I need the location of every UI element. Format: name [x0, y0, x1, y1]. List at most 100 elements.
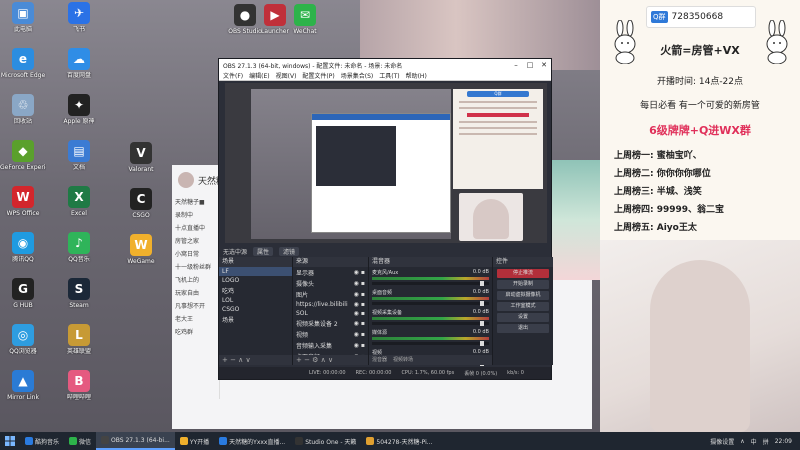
eye-icon[interactable]: ◉: [354, 280, 359, 287]
desktop-icon[interactable]: e Microsoft Edge: [0, 48, 46, 94]
volume-fader[interactable]: [372, 301, 489, 306]
desktop-icon[interactable]: G G HUB: [0, 278, 46, 324]
lock-icon[interactable]: ▪: [361, 310, 365, 317]
source-item[interactable]: 视频采集设备 2 ◉ ▪: [293, 318, 368, 329]
desktop-icon[interactable]: ▤ 文档: [56, 140, 102, 186]
desktop-icon[interactable]: X Excel: [56, 186, 102, 232]
source-item[interactable]: https://live.bilibili ◉ ▪: [293, 300, 368, 309]
control-button[interactable]: 启动虚拟摄像机: [497, 291, 549, 300]
eye-icon[interactable]: ◉: [354, 342, 359, 349]
desktop-icon[interactable]: ◉ 腾讯QQ: [0, 232, 46, 278]
desktop-icon[interactable]: ◎ QQ浏览器: [0, 324, 46, 370]
desktop-icon[interactable]: S Steam: [56, 278, 102, 324]
desktop-icon[interactable]: V Valorant: [118, 142, 164, 188]
control-button[interactable]: 停止推流: [497, 269, 549, 278]
desktop-icon[interactable]: ▣ 此电脑: [0, 2, 46, 48]
mixer-tabs[interactable]: 混音器 视频转场: [369, 355, 492, 365]
chat-list-item[interactable]: 凡事想不开: [172, 299, 219, 312]
lock-icon[interactable]: ▪: [361, 280, 365, 287]
source-item[interactable]: 视频 ◉ ▪: [293, 329, 368, 340]
lock-icon[interactable]: ▪: [361, 301, 365, 308]
desktop-icon[interactable]: ◆ GeForce Experience: [0, 140, 46, 186]
volume-fader[interactable]: [372, 281, 489, 286]
desktop-icon[interactable]: ☁ 百度网盘: [56, 48, 102, 94]
menu-item[interactable]: 配置文件(P): [302, 71, 334, 80]
volume-fader[interactable]: [372, 321, 489, 326]
scene-item[interactable]: 场景: [219, 314, 292, 325]
desktop-icon[interactable]: W WPS Office: [0, 186, 46, 232]
eye-icon[interactable]: ◉: [354, 320, 359, 327]
sources-dock-footer[interactable]: + − ⚙ ∧ ∨: [293, 355, 368, 365]
eye-icon[interactable]: ◉: [354, 331, 359, 338]
scene-item[interactable]: 吃鸡: [219, 285, 292, 296]
desktop-icon[interactable]: ▲ Mirror Link: [0, 370, 46, 416]
menu-item[interactable]: 文件(F): [223, 71, 243, 80]
properties-button[interactable]: 属性: [253, 246, 274, 256]
source-item[interactable]: 音频输入采集 ◉ ▪: [293, 340, 368, 351]
desktop-icon[interactable]: ♲ 回收站: [0, 94, 46, 140]
chat-list-item[interactable]: 房管之家: [172, 234, 219, 247]
desktop-icon[interactable]: B 哔哩哔哩: [56, 370, 102, 416]
tray-item[interactable]: 拼: [763, 437, 769, 446]
taskbar-item[interactable]: YY开播: [175, 432, 214, 450]
source-item[interactable]: 摄像头 ◉ ▪: [293, 278, 368, 289]
scene-item[interactable]: LOGO: [219, 276, 292, 285]
menu-item[interactable]: 编辑(E): [249, 71, 269, 80]
start-button[interactable]: [0, 432, 20, 450]
source-item[interactable]: 图片 ◉ ▪: [293, 289, 368, 300]
control-button[interactable]: 开始录制: [497, 280, 549, 289]
source-item[interactable]: 显示器 ◉ ▪: [293, 267, 368, 278]
minimize-icon[interactable]: –: [509, 61, 523, 69]
taskbar-item[interactable]: OBS 27.1.3 (64-bi...: [96, 432, 175, 450]
scenes-dock-footer[interactable]: + − ∧ ∨: [219, 355, 292, 365]
maximize-icon[interactable]: □: [523, 61, 537, 69]
menu-item[interactable]: 场景集合(S): [341, 71, 374, 80]
eye-icon[interactable]: ◉: [354, 269, 359, 276]
desktop-icon[interactable]: C CSGO: [118, 188, 164, 234]
lock-icon[interactable]: ▪: [361, 291, 365, 298]
filters-button[interactable]: 滤镜: [279, 246, 300, 256]
fader-knob[interactable]: [479, 341, 484, 346]
desktop-icon[interactable]: ✉ WeChat: [282, 4, 328, 50]
desktop-icon[interactable]: ✦ Apple 原神: [56, 94, 102, 140]
chat-list-item[interactable]: 玩家自由: [172, 286, 219, 299]
chat-list-item[interactable]: 天然糖子■: [172, 195, 219, 208]
control-button[interactable]: 设置: [497, 313, 549, 322]
chat-list-item[interactable]: 吃鸡群: [172, 325, 219, 338]
eye-icon[interactable]: ◉: [354, 291, 359, 298]
taskbar-item[interactable]: 天然糖的Yxxx直播...: [214, 432, 290, 450]
taskbar-item[interactable]: 504278-天然糖-Pi...: [361, 432, 437, 450]
eye-icon[interactable]: ◉: [354, 310, 359, 317]
taskbar-item[interactable]: 微信: [64, 432, 96, 450]
tray-item[interactable]: ∧: [740, 438, 744, 445]
fader-knob[interactable]: [479, 321, 484, 326]
fader-knob[interactable]: [479, 281, 484, 286]
control-button[interactable]: 退出: [497, 324, 549, 333]
lock-icon[interactable]: ▪: [361, 320, 365, 327]
chat-list-item[interactable]: 十点直播中: [172, 221, 219, 234]
tray-item[interactable]: 摄像设置: [710, 437, 734, 446]
desktop-icon[interactable]: ♪ QQ音乐: [56, 232, 102, 278]
lock-icon[interactable]: ▪: [361, 331, 365, 338]
chat-list-item[interactable]: 录制中: [172, 208, 219, 221]
control-button[interactable]: 工作室模式: [497, 302, 549, 311]
eye-icon[interactable]: ◉: [354, 301, 359, 308]
tray-item[interactable]: 中: [751, 437, 757, 446]
lock-icon[interactable]: ▪: [361, 342, 365, 349]
mixer-tab[interactable]: 混音器: [372, 355, 387, 365]
menu-item[interactable]: 工具(T): [379, 71, 399, 80]
desktop-icon[interactable]: ✈ 飞书: [56, 2, 102, 48]
source-item[interactable]: SOL ◉ ▪: [293, 309, 368, 318]
chat-list-item[interactable]: 小窝日常: [172, 247, 219, 260]
taskbar-item[interactable]: 酷狗音乐: [20, 432, 64, 450]
close-icon[interactable]: ✕: [537, 61, 551, 69]
lock-icon[interactable]: ▪: [361, 269, 365, 276]
chat-list-item[interactable]: 老大王: [172, 312, 219, 325]
menu-item[interactable]: 视图(V): [276, 71, 297, 80]
scene-item[interactable]: CSGO: [219, 305, 292, 314]
scene-item[interactable]: LF: [219, 267, 292, 276]
volume-fader[interactable]: [372, 341, 489, 346]
chat-list-item[interactable]: 飞机上的: [172, 273, 219, 286]
menu-item[interactable]: 帮助(H): [406, 71, 427, 80]
desktop-icon[interactable]: W WeGame: [118, 234, 164, 280]
